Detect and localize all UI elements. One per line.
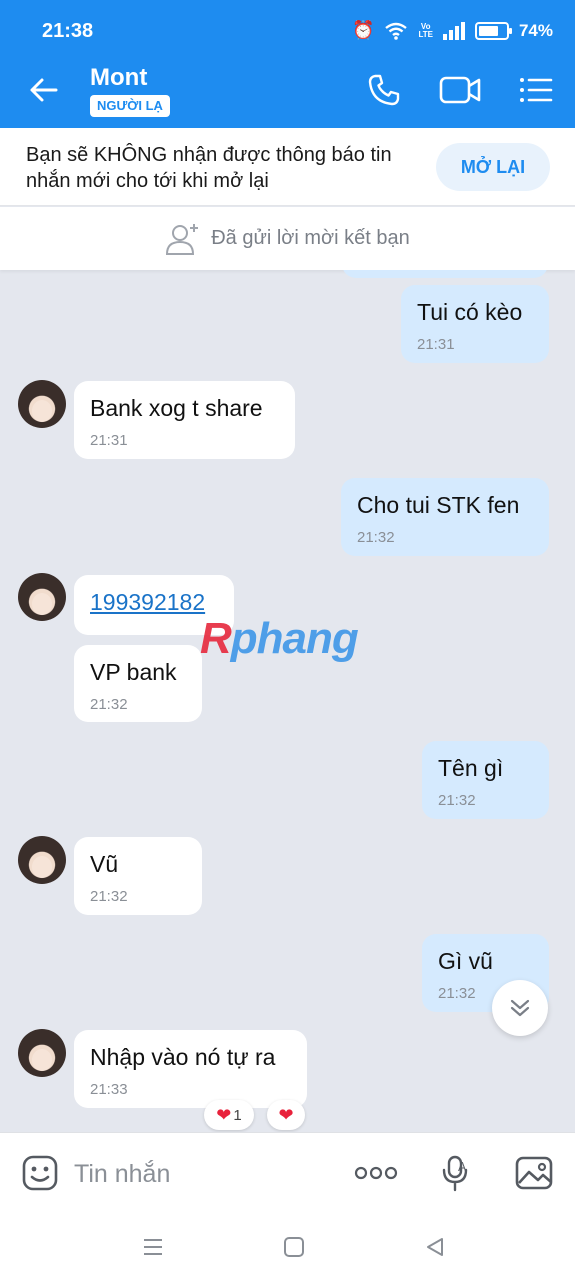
react-button[interactable]: ❤: [267, 1100, 305, 1130]
alarm-icon: ⏰: [352, 20, 375, 40]
more-button[interactable]: [354, 1153, 398, 1193]
reaction-summary[interactable]: ❤ 1: [204, 1100, 254, 1130]
message-bubble-in[interactable]: Bank xog t share 21:31: [74, 381, 295, 459]
back-button[interactable]: [26, 72, 62, 108]
heart-icon: ❤: [278, 1104, 294, 1125]
heart-icon: ❤: [216, 1104, 232, 1125]
message-bubble-out[interactable]: Tui có kèo 21:31: [401, 285, 549, 363]
friend-request-bar: Đã gửi lời mời kết bạn: [0, 207, 575, 270]
recent-apps-button[interactable]: [140, 1234, 166, 1260]
reaction-count: 1: [233, 1106, 242, 1124]
signal-icon: [442, 21, 465, 40]
phone-icon: [368, 74, 400, 106]
volte-icon: Vo LTE: [418, 21, 433, 39]
friend-request-text: Đã gửi lời mời kết bạn: [211, 227, 410, 249]
message-text: VP bank: [90, 659, 177, 685]
message-time: 21:32: [357, 529, 395, 546]
avatar[interactable]: [18, 380, 66, 428]
app-header: 21:38 ⏰ Vo LTE 74% Mont NGƯỜI LẠ: [0, 0, 575, 128]
svg-text:A: A: [458, 1160, 467, 1174]
avatar[interactable]: [18, 1029, 66, 1077]
more-icon: [354, 1166, 398, 1180]
voice-to-text-icon: A: [442, 1155, 468, 1192]
voice-button[interactable]: A: [436, 1153, 476, 1193]
message-bubble-out[interactable]: Tên gì 21:32: [422, 741, 549, 819]
avatar[interactable]: [18, 573, 66, 621]
message-bubble-in[interactable]: Nhập vào nó tự ra 21:33: [74, 1030, 307, 1108]
reopen-button[interactable]: MỞ LẠI: [436, 143, 550, 191]
muted-notice-text: Bạn sẽ KHÔNG nhận được thông báo tin nhắ…: [26, 144, 392, 192]
home-icon: [284, 1237, 304, 1257]
message-text: Gì vũ: [438, 948, 493, 974]
message-time: 21:32: [90, 696, 128, 713]
watermark: Rphang: [200, 614, 359, 663]
back-nav-button[interactable]: [422, 1234, 448, 1260]
image-icon: [515, 1156, 553, 1190]
message-bubble-in[interactable]: VP bank 21:32: [74, 645, 202, 722]
system-nav-bar: [0, 1214, 575, 1280]
image-button[interactable]: [514, 1153, 554, 1193]
sticker-button[interactable]: [20, 1153, 60, 1193]
chat-area[interactable]: Tui có kèo 21:31 Bank xog t share 21:31 …: [0, 270, 575, 1132]
menu-button[interactable]: [514, 70, 558, 110]
video-camera-icon: [439, 76, 481, 104]
double-chevron-down-icon: [510, 999, 530, 1017]
message-time: 21:31: [90, 432, 128, 449]
back-arrow-icon: [30, 78, 58, 102]
message-text: Tui có kèo: [417, 299, 523, 325]
message-text: Nhập vào nó tự ra: [90, 1044, 276, 1070]
add-friend-icon: [166, 223, 199, 255]
menu-list-icon: [520, 78, 553, 102]
avatar[interactable]: [18, 836, 66, 884]
message-composer: A: [0, 1132, 575, 1214]
message-text: Cho tui STK fen: [357, 492, 520, 518]
message-input[interactable]: [74, 1157, 334, 1191]
status-icons: ⏰ Vo LTE 74%: [352, 20, 553, 41]
message-text: Vũ: [90, 851, 119, 877]
scroll-to-bottom-button[interactable]: [492, 980, 548, 1036]
message-time: 21:32: [438, 792, 476, 809]
message-bubble-in[interactable]: Vũ 21:32: [74, 837, 202, 915]
back-triangle-icon: [427, 1238, 443, 1256]
message-text: Bank xog t share: [90, 395, 263, 421]
message-time: 21:32: [90, 888, 128, 905]
sticker-icon: [22, 1155, 58, 1191]
battery-percent: 74%: [518, 20, 553, 40]
status-time: 21:38: [42, 20, 94, 42]
status-bar: 21:38 ⏰ Vo LTE 74%: [0, 0, 575, 62]
call-button[interactable]: [362, 70, 406, 110]
stranger-badge: NGƯỜI LẠ: [90, 95, 170, 117]
battery-icon: [474, 21, 512, 40]
contact-name[interactable]: Mont: [90, 64, 147, 92]
account-number-link[interactable]: 199392182: [90, 589, 205, 615]
message-time: 21:31: [417, 336, 455, 353]
message-time: 21:33: [90, 1081, 128, 1098]
home-button[interactable]: [281, 1234, 307, 1260]
message-bubble-out[interactable]: Cho tui STK fen 21:32: [341, 478, 549, 556]
recent-apps-icon: [144, 1239, 162, 1255]
battery-fill: [478, 25, 499, 36]
video-call-button[interactable]: [438, 70, 482, 110]
wifi-icon: [385, 22, 408, 40]
message-text: Tên gì: [438, 755, 504, 781]
partial-message-bubble: [342, 270, 548, 278]
